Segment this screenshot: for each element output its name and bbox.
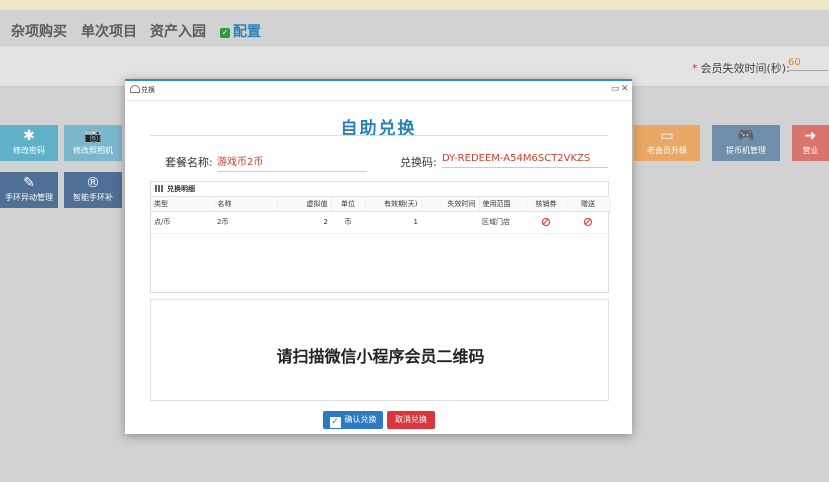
top-tabs: 杂项购买 单次项目 资产入园 ✓ 配置 — [0, 10, 829, 52]
cell-virtual-value: 2 — [277, 211, 331, 234]
cell-name: 2币 — [214, 211, 277, 234]
scan-prompt-box: 请扫描微信小程序会员二维码 — [150, 299, 609, 401]
gamepad-icon: 🎮 — [737, 128, 755, 144]
tab-config-label: 配置 — [233, 24, 261, 40]
package-label: 套餐名称: — [165, 156, 213, 169]
tile-label: 修改密码 — [13, 146, 45, 155]
tab-asset-entry[interactable]: 资产入园 — [150, 21, 206, 41]
redeem-code-field[interactable]: DY-REDEEM-A54M6SCT2VKZS — [442, 153, 608, 168]
prohibited-icon — [542, 217, 550, 226]
cell-type: 点/币 — [151, 211, 214, 234]
tile-coin-machine[interactable]: 🎮 提币机管理 — [712, 125, 780, 161]
top-notice-strip — [0, 0, 829, 10]
col-header: 赠送 — [566, 197, 611, 212]
tile-label: 手环异动管理 — [5, 193, 53, 202]
camera-icon: 📷 — [84, 128, 102, 144]
confirm-redeem-button[interactable]: ✓ 确认兑换 — [323, 411, 383, 429]
redeem-detail-panel: 兑换明细 类型 名称 虚拟值 单位 有效期(天) 失效时间 使用范围 核销券 赠… — [150, 181, 611, 293]
tile-label: 营业 — [802, 146, 819, 155]
cancel-redeem-button[interactable]: 取消兑换 — [387, 411, 435, 429]
tab-config[interactable]: ✓ 配置 — [220, 21, 261, 41]
tile-label: 智能手环补 — [73, 193, 113, 202]
cell-unit: 币 — [331, 211, 365, 234]
modal-header-title: 兑换 — [141, 86, 155, 94]
tile-member-upgrade[interactable]: ▭ 老会员升级 — [634, 125, 700, 161]
scan-prompt-text: 请扫描微信小程序会员二维码 — [276, 347, 485, 366]
col-header: 有效期(天) — [365, 197, 422, 212]
col-header: 核销券 — [526, 197, 567, 212]
prohibited-icon — [584, 217, 592, 226]
tile-wristband-change[interactable]: ✎ 手环异动管理 — [0, 172, 58, 208]
code-label: 兑换码: — [400, 156, 437, 169]
minimize-icon[interactable]: ▭ — [611, 84, 620, 94]
cell-valid-days: 1 — [365, 211, 421, 234]
detail-table: 类型 名称 虚拟值 单位 有效期(天) 失效时间 使用范围 核销券 赠送 点/币… — [151, 197, 611, 234]
tile-change-photo[interactable]: 📷 修改照相机 — [64, 125, 122, 161]
grid-icon — [155, 185, 164, 192]
detail-title: 兑换明细 — [167, 185, 195, 193]
detail-header: 兑换明细 — [151, 182, 608, 197]
close-icon[interactable]: ✕ — [621, 84, 629, 94]
tile-smart-wristband[interactable]: ® 智能手环补 — [64, 172, 122, 208]
col-header: 类型 — [151, 197, 215, 212]
redeem-modal: 兑换 ▭ ✕ 自助兑换 套餐名称: 游戏币2币 兑换码: DY-REDEEM-A… — [125, 79, 632, 434]
checkbox-icon: ✓ — [329, 417, 341, 428]
confirm-label: 确认兑换 — [344, 415, 377, 424]
table-header-row: 类型 名称 虚拟值 单位 有效期(天) 失效时间 使用范围 核销券 赠送 — [151, 197, 611, 212]
tab-single-item[interactable]: 单次项目 — [81, 21, 137, 41]
col-header: 单位 — [331, 197, 366, 212]
registered-icon: ® — [86, 175, 100, 191]
arrow-right-icon: ➜ — [804, 128, 817, 144]
edit-icon: ✎ — [23, 175, 35, 191]
card-icon: ▭ — [660, 128, 674, 144]
cell-gift — [566, 211, 610, 234]
table-row[interactable]: 点/币 2币 2 币 1 区域门店 — [151, 211, 610, 234]
cell-scope: 区域门店 — [479, 211, 526, 234]
cell-voucher — [526, 211, 566, 234]
col-header: 名称 — [214, 197, 278, 212]
tab-misc-purchase[interactable]: 杂项购买 — [11, 21, 67, 41]
col-header: 使用范围 — [479, 197, 527, 212]
cloud-icon — [130, 85, 140, 93]
member-timeout-label: * 会员失效时间(秒): — [692, 62, 790, 75]
title-divider — [150, 135, 608, 136]
package-field[interactable]: 游戏币2币 — [217, 153, 367, 172]
member-timeout-input[interactable]: 60 — [788, 57, 828, 71]
tile-label: 提币机管理 — [726, 146, 766, 155]
check-icon: ✓ — [220, 28, 230, 38]
tile-label: 修改照相机 — [73, 146, 113, 155]
col-header: 失效时间 — [421, 197, 480, 212]
member-timeout-text: 会员失效时间(秒): — [700, 62, 790, 75]
modal-header: 兑换 ▭ ✕ — [125, 81, 632, 101]
cell-expire-time — [421, 211, 479, 234]
col-header: 虚拟值 — [277, 197, 332, 212]
asterisk-icon: ✱ — [23, 128, 35, 144]
tile-label: 老会员升级 — [647, 146, 687, 155]
tile-business[interactable]: ➜ 营业 — [792, 125, 829, 161]
tile-change-password[interactable]: ✱ 修改密码 — [0, 125, 58, 161]
